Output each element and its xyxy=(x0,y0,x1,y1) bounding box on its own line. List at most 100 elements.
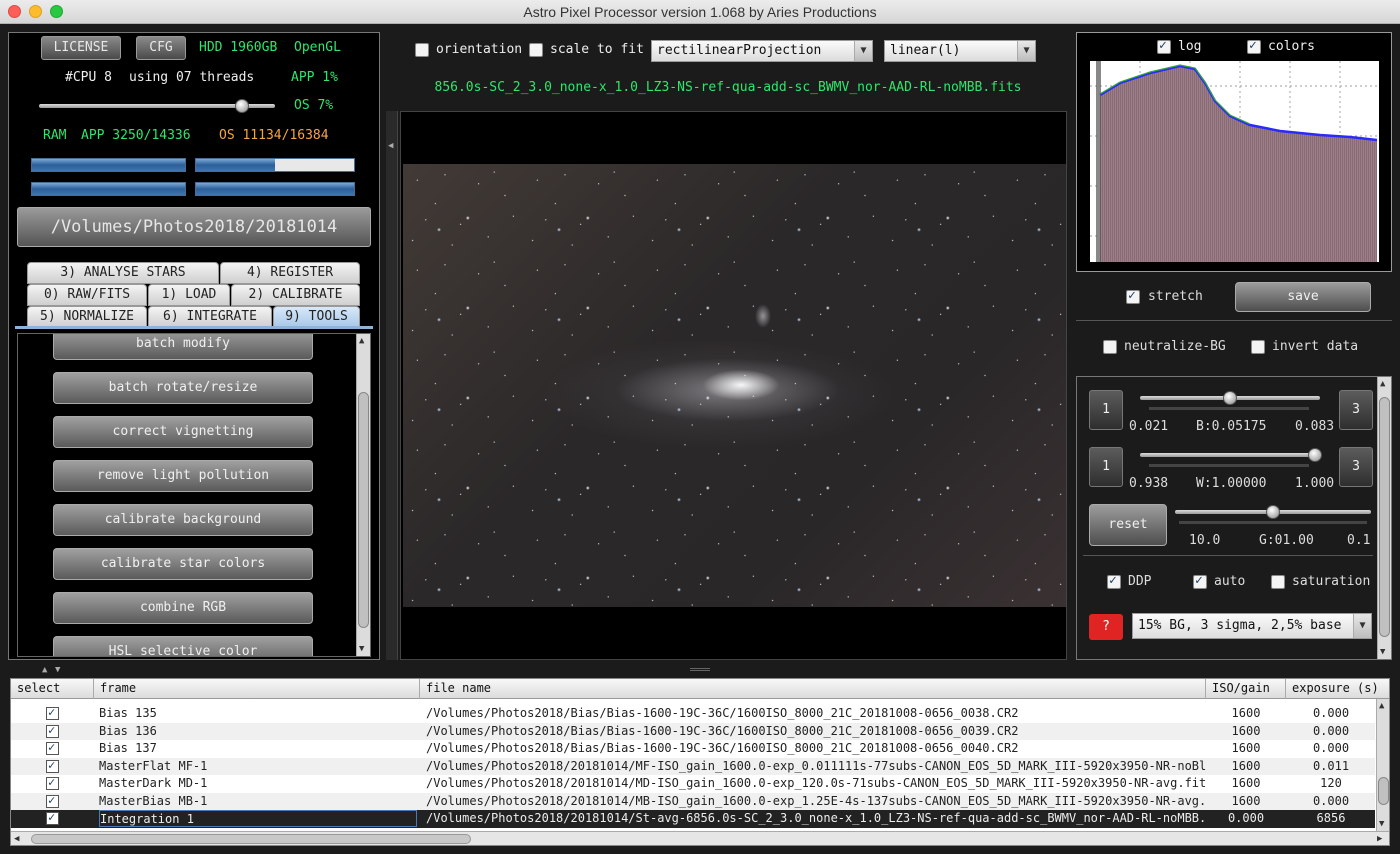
help-button[interactable]: ? xyxy=(1089,614,1123,640)
table-row[interactable]: MasterDark MD-1/Volumes/Photos2018/20181… xyxy=(11,775,1375,793)
combine-rgb-button[interactable]: combine RGB xyxy=(53,592,313,624)
file-name-cell: /Volumes/Photos2018/20181014/MF-ISO_gain… xyxy=(426,758,1206,773)
column-iso-gain[interactable]: ISO/gain xyxy=(1206,679,1286,699)
scroll-right-icon[interactable]: ▶ xyxy=(1377,834,1382,844)
expand-up-icon[interactable]: ▲ xyxy=(42,665,47,675)
row-select-checkbox[interactable] xyxy=(46,705,59,720)
gamma-slider-thumb[interactable] xyxy=(1266,505,1280,519)
white-point-slider-thumb[interactable] xyxy=(1307,448,1322,462)
exposure-cell: 0.011 xyxy=(1312,758,1350,773)
license-button[interactable]: LICENSE xyxy=(41,36,121,60)
tools-scrollbar[interactable]: ▲ ▼ xyxy=(356,334,370,656)
table-row[interactable]: Integration 1/Volumes/Photos2018/2018101… xyxy=(11,810,1375,828)
black-point-increase-button[interactable]: 3 xyxy=(1339,390,1373,430)
progress-bar-4 xyxy=(195,182,355,196)
table-scrollbar[interactable]: ▲ ▼ xyxy=(1376,699,1389,831)
collapse-down-icon[interactable]: ▼ xyxy=(55,665,60,675)
orientation-checkbox[interactable] xyxy=(415,43,429,57)
calibrate-background-button[interactable]: calibrate background xyxy=(53,504,313,536)
tab-tools[interactable]: 9) TOOLS xyxy=(273,306,360,328)
orientation-label: orientation xyxy=(436,42,523,57)
threads-slider-thumb[interactable] xyxy=(234,99,249,113)
tab-calibrate[interactable]: 2) CALIBRATE xyxy=(231,284,360,306)
tools-scrollbar-thumb[interactable] xyxy=(358,392,369,628)
save-button[interactable]: save xyxy=(1235,282,1371,312)
table-row[interactable]: Bias 137/Volumes/Photos2018/Bias/Bias-16… xyxy=(11,740,1375,758)
column-exposure[interactable]: exposure (s) xyxy=(1286,679,1389,699)
stretch-mode-dropdown[interactable]: linear(l) ▼ xyxy=(884,40,1036,62)
histogram-plot[interactable] xyxy=(1090,61,1379,262)
remove-light-pollution-button[interactable]: remove light pollution xyxy=(53,460,313,492)
gamma-min: 10.0 xyxy=(1189,533,1221,548)
column-frame[interactable]: frame xyxy=(94,679,420,699)
table-header: select frame file name ISO/gain exposure… xyxy=(11,679,1389,699)
histogram-panel: log colors xyxy=(1076,32,1392,272)
ddp-checkbox[interactable] xyxy=(1107,573,1121,589)
saturation-checkbox[interactable] xyxy=(1271,575,1285,589)
ddp-preset-dropdown[interactable]: 15% BG, 3 sigma, 2,5% base ▼ xyxy=(1132,613,1372,639)
neutralize-bg-checkbox[interactable] xyxy=(1103,340,1117,354)
correct-vignetting-button[interactable]: correct vignetting xyxy=(53,416,313,448)
white-point-increase-button[interactable]: 3 xyxy=(1339,447,1373,487)
scroll-down-icon[interactable]: ▼ xyxy=(1380,647,1385,657)
white-point-slider-track[interactable] xyxy=(1140,453,1320,457)
side-panel-handle[interactable]: ◀ xyxy=(386,111,398,660)
column-file-name[interactable]: file name xyxy=(420,679,1206,699)
row-select-checkbox[interactable] xyxy=(46,810,59,825)
collapse-left-icon[interactable]: ◀ xyxy=(388,141,393,151)
row-select-checkbox[interactable] xyxy=(46,758,59,773)
table-row[interactable]: Bias 135/Volumes/Photos2018/Bias/Bias-16… xyxy=(11,705,1375,723)
log-checkbox[interactable] xyxy=(1157,38,1171,54)
projection-dropdown[interactable]: rectilinearProjection ▼ xyxy=(651,40,873,62)
scroll-up-icon[interactable]: ▲ xyxy=(359,336,364,346)
calibrate-star-colors-button[interactable]: calibrate star colors xyxy=(53,548,313,580)
frame-cell: Bias 136 xyxy=(99,723,157,738)
table-horizontal-thumb[interactable] xyxy=(31,834,471,844)
row-select-checkbox[interactable] xyxy=(46,723,59,738)
row-select-checkbox[interactable] xyxy=(46,775,59,790)
black-point-max: 0.083 xyxy=(1295,419,1335,434)
white-point-decrease-button[interactable]: 1 xyxy=(1089,447,1123,487)
invert-data-checkbox[interactable] xyxy=(1251,340,1265,354)
black-point-decrease-button[interactable]: 1 xyxy=(1089,390,1123,430)
image-canvas[interactable] xyxy=(400,111,1067,660)
scroll-up-icon[interactable]: ▲ xyxy=(1379,701,1384,711)
threads-label: using 07 threads xyxy=(129,70,255,85)
tab-raw-fits[interactable]: 0) RAW/FITS xyxy=(27,284,147,306)
tab-load[interactable]: 1) LOAD xyxy=(148,284,230,306)
scroll-left-icon[interactable]: ◀ xyxy=(14,834,19,844)
stretch-checkbox[interactable] xyxy=(1126,288,1140,304)
table-row[interactable]: Bias 136/Volumes/Photos2018/Bias/Bias-16… xyxy=(11,722,1375,740)
tab-register[interactable]: 4) REGISTER xyxy=(220,262,360,284)
cfg-button[interactable]: CFG xyxy=(136,36,186,60)
batch-rotate-resize-button[interactable]: batch rotate/resize xyxy=(53,372,313,404)
tab-analyse-stars[interactable]: 3) ANALYSE STARS xyxy=(27,262,219,284)
table-scrollbar-thumb[interactable] xyxy=(1378,777,1389,805)
column-select[interactable]: select xyxy=(11,679,94,699)
working-directory-button[interactable]: /Volumes/Photos2018/20181014 xyxy=(17,207,371,247)
tab-integrate[interactable]: 6) INTEGRATE xyxy=(148,306,272,328)
row-select-checkbox[interactable] xyxy=(46,740,59,755)
controls-scrollbar-thumb[interactable] xyxy=(1379,397,1390,637)
controls-scrollbar[interactable]: ▲ ▼ xyxy=(1377,377,1391,659)
scroll-down-icon[interactable]: ▼ xyxy=(359,644,364,654)
auto-checkbox[interactable] xyxy=(1193,573,1207,589)
reset-button[interactable]: reset xyxy=(1089,504,1167,546)
row-select-checkbox[interactable] xyxy=(46,793,59,808)
progress-fill-2 xyxy=(196,159,275,171)
scale-to-fit-checkbox[interactable] xyxy=(529,43,543,57)
ddp-label: DDP xyxy=(1128,574,1152,589)
hsl-selective-color-button[interactable]: HSL selective color xyxy=(53,636,313,656)
tab-normalize[interactable]: 5) NORMALIZE xyxy=(27,306,147,328)
black-point-slider-thumb[interactable] xyxy=(1223,391,1237,405)
table-horizontal-scrollbar[interactable]: ◀ ▶ xyxy=(11,831,1389,845)
scroll-down-icon[interactable]: ▼ xyxy=(1379,819,1384,829)
frame-cell: MasterFlat MF-1 xyxy=(99,758,208,773)
table-row[interactable]: MasterFlat MF-1/Volumes/Photos2018/20181… xyxy=(11,757,1375,775)
scroll-up-icon[interactable]: ▲ xyxy=(1380,379,1385,389)
batch-modify-button[interactable]: batch modify xyxy=(53,334,313,360)
panel-splitter[interactable]: ▲ ▼ xyxy=(0,664,1400,676)
table-row[interactable]: MasterBias MB-1/Volumes/Photos2018/20181… xyxy=(11,792,1375,810)
grip-icon[interactable] xyxy=(690,668,710,671)
colors-checkbox[interactable] xyxy=(1247,38,1261,54)
